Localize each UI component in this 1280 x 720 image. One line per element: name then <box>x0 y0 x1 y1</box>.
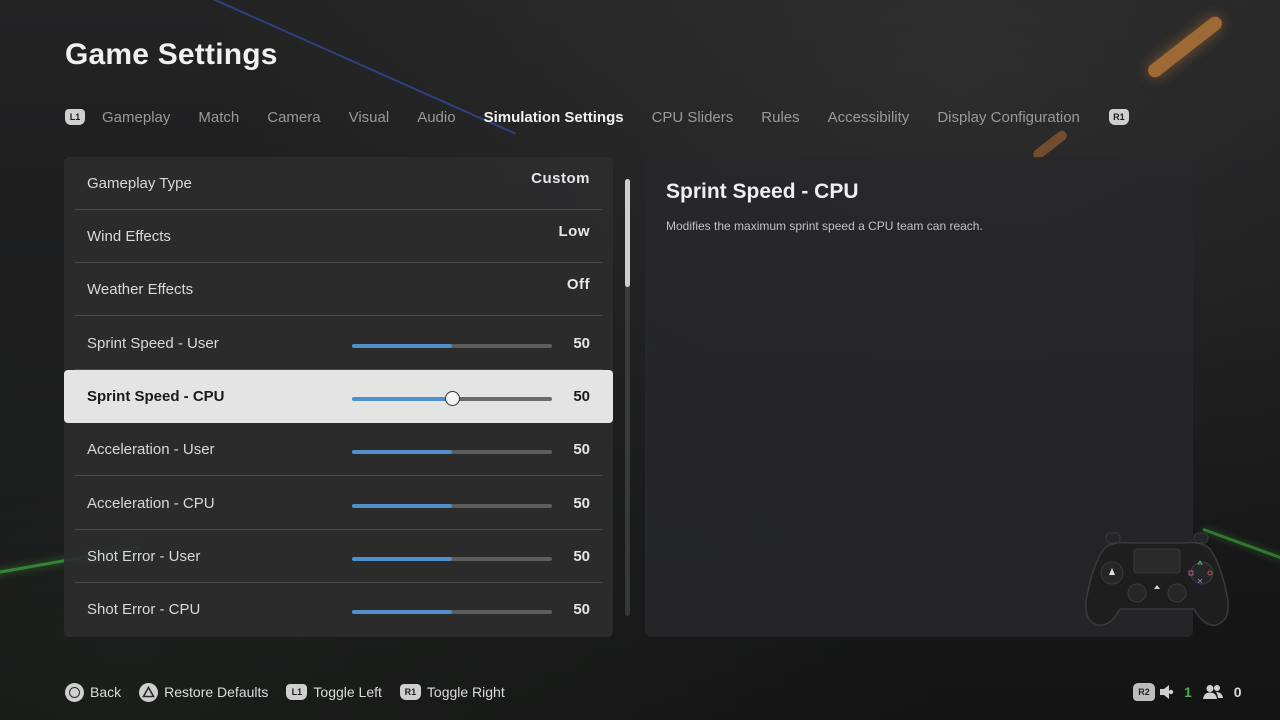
page-title: Game Settings <box>65 38 278 71</box>
description-text: Modifies the maximum sprint speed a CPU … <box>666 219 983 233</box>
setting-row-wind-effects[interactable]: Wind Effects Low <box>64 210 613 263</box>
slider-value: 50 <box>573 441 590 458</box>
settings-scrollbar[interactable] <box>625 179 630 616</box>
slider-value: 50 <box>573 601 590 618</box>
setting-label: Acceleration - CPU <box>87 495 215 512</box>
back-button[interactable]: Back <box>65 682 122 702</box>
footer-hints: Back Restore Defaults L1 Toggle Left R1 … <box>65 682 523 702</box>
triangle-button-icon <box>139 682 159 702</box>
slider-value: 50 <box>573 388 590 405</box>
r2-button-icon: R2 <box>1133 683 1155 701</box>
toggle-left-label: Toggle Left <box>313 684 382 700</box>
toggle-left-button[interactable]: L1 Toggle Left <box>286 684 382 700</box>
setting-label: Shot Error - User <box>87 548 201 565</box>
slider-fill <box>352 504 452 508</box>
slider-value: 50 <box>573 495 590 512</box>
toggle-right-label: Toggle Right <box>426 684 505 700</box>
setting-row-sprint-speed-user[interactable]: Sprint Speed - User 50 <box>64 317 613 370</box>
setting-label: Gameplay Type <box>87 175 192 192</box>
slider-fill <box>352 610 452 614</box>
setting-label: Sprint Speed - User <box>87 335 219 352</box>
tab-cpu-sliders[interactable]: CPU Sliders <box>652 109 734 126</box>
tab-bar: L1 Gameplay Match Camera Visual Audio Si… <box>65 105 1129 129</box>
slider-track[interactable] <box>352 557 552 561</box>
slider-track[interactable] <box>352 450 552 454</box>
setting-row-sprint-speed-cpu[interactable]: Sprint Speed - CPU 50 <box>64 370 613 423</box>
gamepad-icon <box>1085 532 1229 626</box>
r1-button-icon: R1 <box>399 684 421 700</box>
restore-defaults-button[interactable]: Restore Defaults <box>139 682 269 702</box>
tab-accessibility[interactable]: Accessibility <box>828 109 910 126</box>
setting-row-shot-error-cpu[interactable]: Shot Error - CPU 50 <box>64 583 613 636</box>
slider-value: 50 <box>573 335 590 352</box>
settings-list: Gameplay Type Custom Wind Effects Low We… <box>64 157 613 637</box>
setting-value: Low <box>558 223 590 240</box>
setting-row-acceleration-user[interactable]: Acceleration - User 50 <box>64 423 613 476</box>
setting-row-gameplay-type[interactable]: Gameplay Type Custom <box>64 157 613 210</box>
background-light-orange <box>1145 13 1225 81</box>
slider-value: 50 <box>573 548 590 565</box>
l1-button-icon: L1 <box>286 684 308 700</box>
slider-fill <box>352 397 452 401</box>
restore-defaults-label: Restore Defaults <box>164 684 269 700</box>
voice-count: 1 <box>1184 684 1192 700</box>
tab-camera[interactable]: Camera <box>267 109 320 126</box>
circle-button-icon <box>65 682 84 702</box>
row-divider <box>75 315 602 316</box>
scrollbar-thumb[interactable] <box>625 179 630 287</box>
setting-label: Wind Effects <box>87 228 171 245</box>
tab-gameplay[interactable]: Gameplay <box>102 109 170 126</box>
slider-track[interactable] <box>352 344 552 348</box>
slider-fill <box>352 557 452 561</box>
party-icon <box>1202 685 1223 699</box>
description-title: Sprint Speed - CPU <box>666 180 859 203</box>
tab-rules[interactable]: Rules <box>761 109 799 126</box>
l1-bumper-icon[interactable]: L1 <box>65 109 85 125</box>
setting-row-shot-error-user[interactable]: Shot Error - User 50 <box>64 530 613 583</box>
tab-visual[interactable]: Visual <box>349 109 390 126</box>
row-divider <box>75 475 602 476</box>
speaker-icon <box>1160 685 1174 699</box>
tab-audio[interactable]: Audio <box>417 109 455 126</box>
setting-row-weather-effects[interactable]: Weather Effects Off <box>64 263 613 316</box>
tab-match[interactable]: Match <box>198 109 239 126</box>
setting-label: Weather Effects <box>87 281 194 298</box>
setting-value: Custom <box>531 170 590 187</box>
setting-label: Sprint Speed - CPU <box>87 388 225 405</box>
setting-label: Shot Error - CPU <box>87 601 201 618</box>
slider-track[interactable] <box>352 504 552 508</box>
tab-simulation-settings[interactable]: Simulation Settings <box>484 109 624 126</box>
description-panel: Sprint Speed - CPU Modifies the maximum … <box>645 157 1229 637</box>
r1-bumper-icon[interactable]: R1 <box>1108 109 1129 125</box>
status-area: R2 1 0 <box>1133 682 1242 702</box>
setting-row-acceleration-cpu[interactable]: Acceleration - CPU 50 <box>64 477 613 530</box>
slider-fill <box>352 344 452 348</box>
toggle-right-button[interactable]: R1 Toggle Right <box>399 684 505 700</box>
tab-display-configuration[interactable]: Display Configuration <box>937 109 1080 126</box>
slider-track[interactable] <box>352 391 552 406</box>
party-count: 0 <box>1233 684 1242 700</box>
slider-fill <box>352 450 452 454</box>
slider-knob[interactable] <box>445 391 460 406</box>
slider-track[interactable] <box>352 610 552 614</box>
setting-value: Off <box>566 276 590 293</box>
setting-label: Acceleration - User <box>87 441 215 458</box>
back-label: Back <box>90 684 122 700</box>
